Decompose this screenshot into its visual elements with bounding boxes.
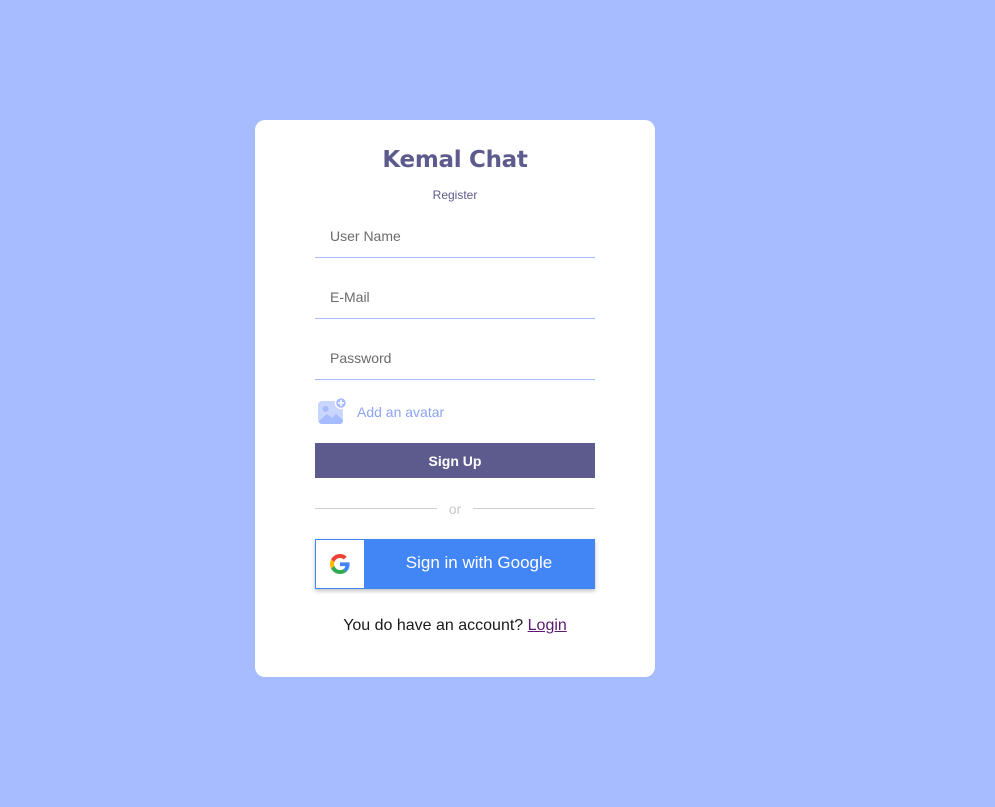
add-image-icon (317, 396, 348, 427)
or-divider: or (315, 500, 595, 520)
login-link[interactable]: Login (528, 617, 567, 634)
google-logo-icon (316, 540, 364, 588)
login-prompt-text: You do have an account? (343, 617, 528, 634)
google-sign-in-label: Sign in with Google (405, 553, 553, 572)
google-sign-in-button[interactable]: Sign in with Google (315, 539, 595, 589)
divider-line-right (473, 508, 595, 509)
sign-up-button[interactable]: Sign Up (315, 443, 595, 478)
divider-text: or (448, 501, 462, 517)
page-subtitle: Register (432, 188, 478, 202)
app-logo-title: Kemal Chat (382, 147, 528, 173)
login-prompt: You do have an account? Login (255, 617, 655, 635)
password-field[interactable] (315, 336, 595, 380)
email-field[interactable] (315, 275, 595, 319)
add-avatar-label: Add an avatar (357, 404, 445, 420)
register-card: Kemal Chat Register Add an avatar Sign U… (255, 120, 655, 677)
add-avatar-button[interactable]: Add an avatar (317, 396, 445, 427)
username-field[interactable] (315, 214, 595, 258)
